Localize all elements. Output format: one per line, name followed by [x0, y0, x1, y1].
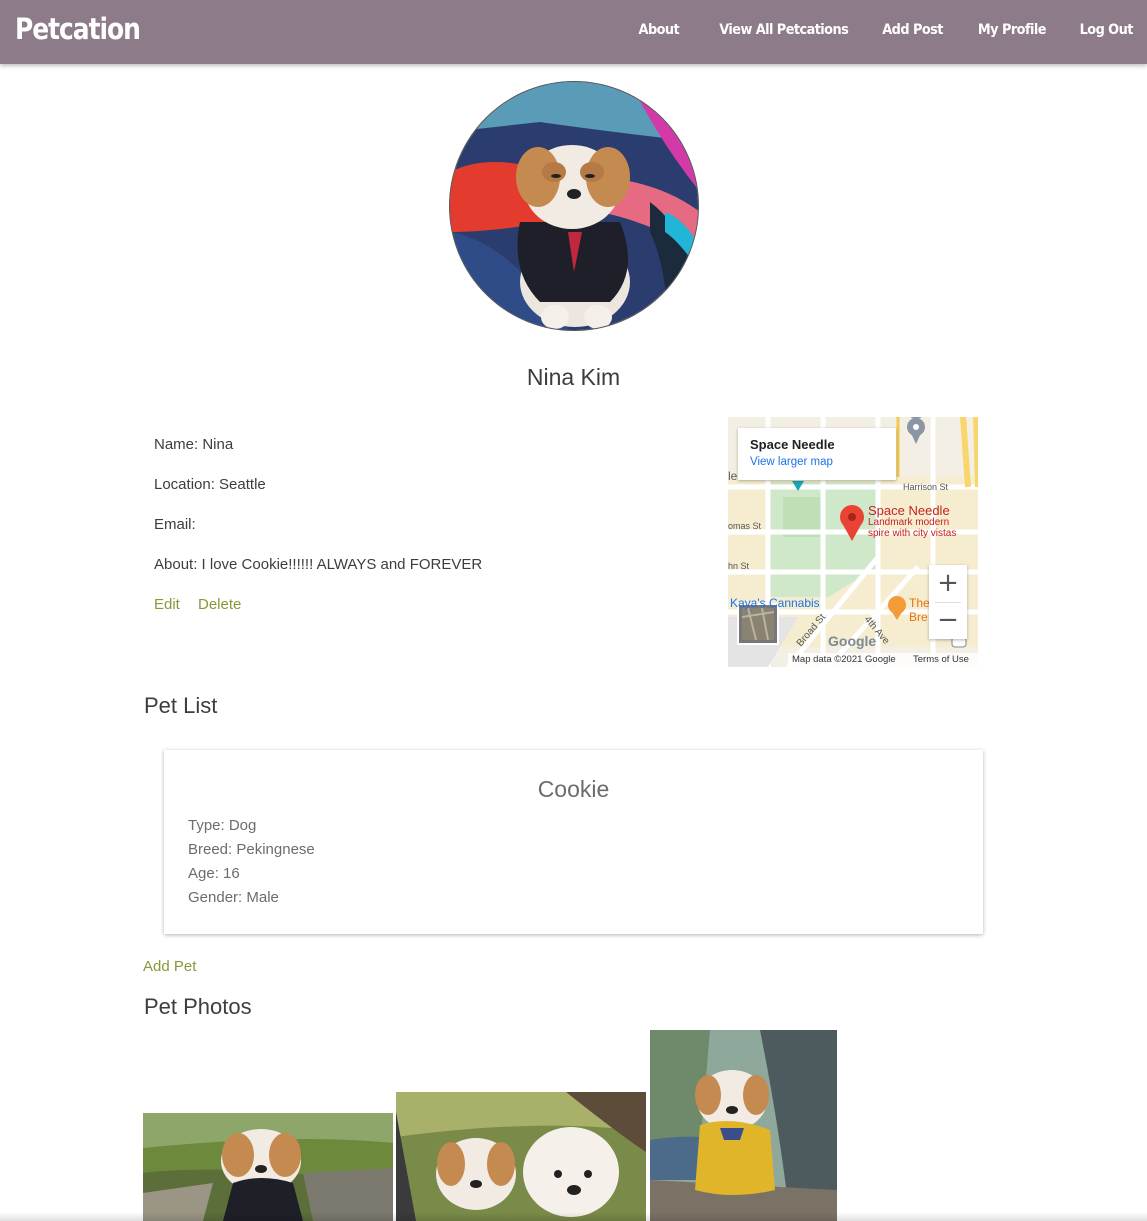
pet-type: Type: Dog: [188, 817, 257, 834]
map-label-harrison: Harrison St: [903, 482, 949, 492]
map-zoom-control: + −: [929, 565, 967, 639]
add-pet-link[interactable]: Add Pet: [143, 958, 196, 975]
map-place-card: Space Needle View larger map: [738, 428, 896, 480]
profile-display-name: Nina Kim: [526, 364, 621, 390]
map-pin-desc2: spire with city vistas: [868, 528, 957, 539]
map-pin-desc1: Landmark modern: [868, 517, 950, 528]
map-label-bre: Bre: [909, 610, 928, 624]
profile-name-line: Name: Nina: [154, 436, 234, 453]
map-label-thomas: omas St: [728, 521, 762, 531]
map-data-credit: Map data ©2021 Google: [792, 654, 896, 665]
pet-card: Cookie Type: Dog Breed: Pekingnese Age: …: [164, 750, 983, 934]
pet-age: Age: 16: [188, 865, 240, 882]
pet-list-title: Pet List: [144, 693, 218, 718]
location-map[interactable]: le Center Harrison St omas St hn St Spac…: [728, 417, 978, 667]
nav-my-profile[interactable]: My Profile: [978, 22, 1047, 38]
pet-photos-title: Pet Photos: [144, 994, 252, 1019]
map-terms-link[interactable]: Terms of Use: [913, 654, 969, 665]
view-larger-map-link[interactable]: View larger map: [750, 456, 833, 468]
profile-about-line: About: I love Cookie!!!!!! ALWAYS and FO…: [154, 556, 483, 573]
nav-links: About View All Petcations Add Post My Pr…: [606, 22, 1134, 38]
map-label-cannabis: Kaya's Cannabis: [730, 596, 820, 610]
google-logo: Google: [828, 633, 877, 649]
bottom-shadow: [0, 1212, 1147, 1221]
nav-view-all-petcations[interactable]: View All Petcations: [719, 22, 849, 38]
map-label-the: The: [909, 596, 930, 610]
zoom-in-button[interactable]: +: [929, 565, 967, 602]
delete-profile-link[interactable]: Delete: [198, 596, 241, 613]
pet-photo-2[interactable]: [396, 1092, 646, 1221]
pet-name: Cookie: [537, 776, 610, 802]
top-navbar: Petcation About View All Petcations Add …: [0, 0, 1147, 64]
map-pin-title: Space Needle: [868, 503, 950, 518]
nav-log-out[interactable]: Log Out: [1080, 22, 1134, 38]
profile-avatar: [449, 81, 699, 331]
nav-add-post[interactable]: Add Post: [883, 22, 944, 38]
map-place-title: Space Needle: [750, 437, 835, 452]
pet-breed: Breed: Pekingnese: [188, 841, 315, 858]
pet-gender: Gender: Male: [188, 889, 279, 906]
edit-profile-link[interactable]: Edit: [154, 596, 180, 613]
nav-about[interactable]: About: [639, 22, 680, 38]
brand-logo[interactable]: Petcation: [15, 12, 141, 46]
profile-email-line: Email:: [154, 516, 196, 533]
zoom-out-button[interactable]: −: [929, 602, 967, 639]
profile-location-line: Location: Seattle: [154, 476, 266, 493]
map-footer: Map data ©2021 Google Terms of Use: [788, 653, 978, 667]
pet-photo-3[interactable]: [650, 1030, 837, 1221]
pet-photo-1[interactable]: [143, 1113, 393, 1221]
map-label-john: hn St: [728, 561, 750, 571]
